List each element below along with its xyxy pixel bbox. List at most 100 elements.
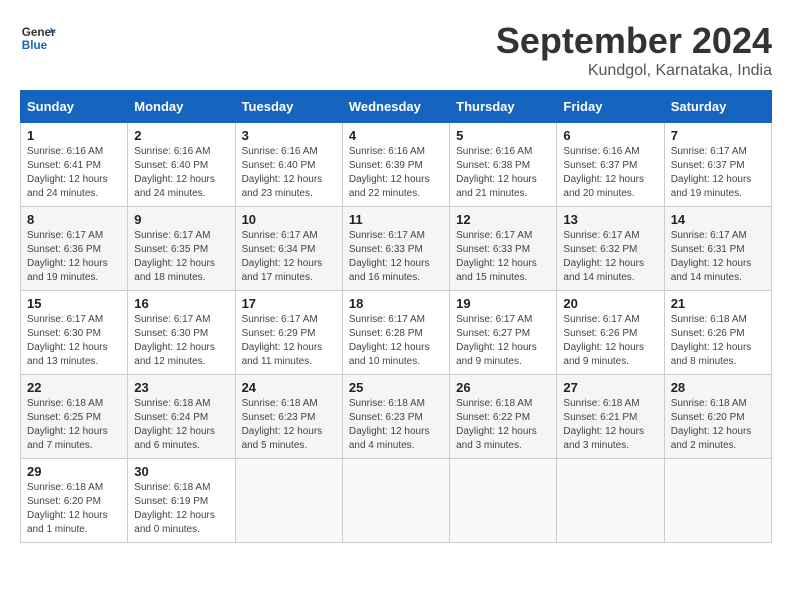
day-number: 4 [349,128,443,143]
day-number: 16 [134,296,228,311]
calendar-week-row: 15 Sunrise: 6:17 AM Sunset: 6:30 PM Dayli… [21,291,772,375]
day-number: 11 [349,212,443,227]
day-detail: Sunrise: 6:17 AM Sunset: 6:36 PM Dayligh… [27,229,121,285]
day-number: 30 [134,464,228,479]
day-detail: Sunrise: 6:18 AM Sunset: 6:20 PM Dayligh… [671,397,765,453]
calendar-day-cell: 28 Sunrise: 6:18 AM Sunset: 6:20 PM Dayli… [664,375,771,459]
calendar-body: 1 Sunrise: 6:16 AM Sunset: 6:41 PM Daylig… [21,123,772,543]
calendar-day-cell: 20 Sunrise: 6:17 AM Sunset: 6:26 PM Dayli… [557,291,664,375]
day-number: 20 [563,296,657,311]
day-number: 24 [242,380,336,395]
day-number: 27 [563,380,657,395]
calendar-day-cell: 14 Sunrise: 6:17 AM Sunset: 6:31 PM Dayli… [664,207,771,291]
calendar-day-cell: 4 Sunrise: 6:16 AM Sunset: 6:39 PM Daylig… [342,123,449,207]
calendar-day-cell: 16 Sunrise: 6:17 AM Sunset: 6:30 PM Dayli… [128,291,235,375]
day-detail: Sunrise: 6:18 AM Sunset: 6:22 PM Dayligh… [456,397,550,453]
day-detail: Sunrise: 6:16 AM Sunset: 6:41 PM Dayligh… [27,145,121,201]
day-number: 9 [134,212,228,227]
day-detail: Sunrise: 6:17 AM Sunset: 6:31 PM Dayligh… [671,229,765,285]
calendar-day-cell: 23Sunrise: 6:18 AM Sunset: 6:24 PM Dayli… [128,375,235,459]
day-detail: Sunrise: 6:17 AM Sunset: 6:35 PM Dayligh… [134,229,228,285]
day-detail: Sunrise: 6:18 AM Sunset: 6:20 PM Dayligh… [27,481,121,537]
calendar-week-row: 1 Sunrise: 6:16 AM Sunset: 6:41 PM Daylig… [21,123,772,207]
day-number: 2 [134,128,228,143]
logo-icon: General Blue [20,20,56,56]
calendar-day-cell: 5 Sunrise: 6:16 AM Sunset: 6:38 PM Daylig… [450,123,557,207]
calendar-week-row: 8 Sunrise: 6:17 AM Sunset: 6:36 PM Daylig… [21,207,772,291]
calendar-week-row: 29 Sunrise: 6:18 AM Sunset: 6:20 PM Dayli… [21,459,772,543]
day-number: 21 [671,296,765,311]
calendar-day-cell: 27Sunrise: 6:18 AM Sunset: 6:21 PM Dayli… [557,375,664,459]
calendar-day-cell: 7 Sunrise: 6:17 AM Sunset: 6:37 PM Daylig… [664,123,771,207]
day-number: 14 [671,212,765,227]
day-number: 18 [349,296,443,311]
day-detail: Sunrise: 6:16 AM Sunset: 6:38 PM Dayligh… [456,145,550,201]
day-detail: Sunrise: 6:17 AM Sunset: 6:27 PM Dayligh… [456,313,550,369]
calendar-day-cell: 15Sunrise: 6:17 AM Sunset: 6:30 PM Dayli… [21,291,128,375]
calendar-day-cell: 10Sunrise: 6:17 AM Sunset: 6:34 PM Dayli… [235,207,342,291]
calendar-day-cell: 22 Sunrise: 6:18 AM Sunset: 6:25 PM Dayli… [21,375,128,459]
day-detail: Sunrise: 6:18 AM Sunset: 6:25 PM Dayligh… [27,397,121,453]
calendar-week-row: 22 Sunrise: 6:18 AM Sunset: 6:25 PM Dayli… [21,375,772,459]
day-detail: Sunrise: 6:17 AM Sunset: 6:30 PM Dayligh… [134,313,228,369]
day-detail: Sunrise: 6:18 AM Sunset: 6:24 PM Dayligh… [134,397,228,453]
calendar-day-cell: 24 Sunrise: 6:18 AM Sunset: 6:23 PM Dayli… [235,375,342,459]
day-number: 7 [671,128,765,143]
title-section: September 2024 Kundgol, Karnataka, India [496,20,772,80]
calendar-day-cell [342,459,449,543]
day-detail: Sunrise: 6:17 AM Sunset: 6:32 PM Dayligh… [563,229,657,285]
day-number: 6 [563,128,657,143]
month-title: September 2024 [496,20,772,62]
day-number: 19 [456,296,550,311]
calendar-day-cell: 8 Sunrise: 6:17 AM Sunset: 6:36 PM Daylig… [21,207,128,291]
day-number: 1 [27,128,121,143]
calendar-header-cell: Friday [557,91,664,123]
calendar-header-cell: Tuesday [235,91,342,123]
day-number: 26 [456,380,550,395]
calendar-day-cell [450,459,557,543]
calendar-day-cell: 30Sunrise: 6:18 AM Sunset: 6:19 PM Dayli… [128,459,235,543]
calendar-day-cell: 12Sunrise: 6:17 AM Sunset: 6:33 PM Dayli… [450,207,557,291]
calendar-day-cell: 13 Sunrise: 6:17 AM Sunset: 6:32 PM Dayli… [557,207,664,291]
day-detail: Sunrise: 6:17 AM Sunset: 6:33 PM Dayligh… [349,229,443,285]
day-detail: Sunrise: 6:16 AM Sunset: 6:37 PM Dayligh… [563,145,657,201]
calendar-day-cell: 11 Sunrise: 6:17 AM Sunset: 6:33 PM Dayli… [342,207,449,291]
day-detail: Sunrise: 6:17 AM Sunset: 6:29 PM Dayligh… [242,313,336,369]
logo: General Blue [20,20,56,56]
day-number: 10 [242,212,336,227]
day-detail: Sunrise: 6:16 AM Sunset: 6:40 PM Dayligh… [134,145,228,201]
day-detail: Sunrise: 6:18 AM Sunset: 6:23 PM Dayligh… [242,397,336,453]
calendar-day-cell [557,459,664,543]
calendar-header-cell: Sunday [21,91,128,123]
svg-text:Blue: Blue [22,39,48,52]
calendar-day-cell: 18Sunrise: 6:17 AM Sunset: 6:28 PM Dayli… [342,291,449,375]
calendar-day-cell: 6 Sunrise: 6:16 AM Sunset: 6:37 PM Daylig… [557,123,664,207]
calendar-header-cell: Wednesday [342,91,449,123]
calendar-header-cell: Monday [128,91,235,123]
calendar-day-cell [235,459,342,543]
day-number: 22 [27,380,121,395]
day-detail: Sunrise: 6:18 AM Sunset: 6:23 PM Dayligh… [349,397,443,453]
day-detail: Sunrise: 6:16 AM Sunset: 6:40 PM Dayligh… [242,145,336,201]
day-number: 3 [242,128,336,143]
day-number: 29 [27,464,121,479]
calendar-day-cell: 3 Sunrise: 6:16 AM Sunset: 6:40 PM Daylig… [235,123,342,207]
day-detail: Sunrise: 6:17 AM Sunset: 6:26 PM Dayligh… [563,313,657,369]
day-number: 5 [456,128,550,143]
day-detail: Sunrise: 6:17 AM Sunset: 6:37 PM Dayligh… [671,145,765,201]
calendar-day-cell: 26 Sunrise: 6:18 AM Sunset: 6:22 PM Dayli… [450,375,557,459]
calendar-header-cell: Thursday [450,91,557,123]
day-number: 8 [27,212,121,227]
calendar-day-cell [664,459,771,543]
calendar-day-cell: 19 Sunrise: 6:17 AM Sunset: 6:27 PM Dayli… [450,291,557,375]
header: General Blue September 2024 Kundgol, Kar… [20,20,772,80]
day-number: 13 [563,212,657,227]
day-number: 17 [242,296,336,311]
location-title: Kundgol, Karnataka, India [496,62,772,80]
day-number: 25 [349,380,443,395]
day-detail: Sunrise: 6:16 AM Sunset: 6:39 PM Dayligh… [349,145,443,201]
day-number: 28 [671,380,765,395]
day-number: 15 [27,296,121,311]
calendar-header-cell: Saturday [664,91,771,123]
day-number: 12 [456,212,550,227]
